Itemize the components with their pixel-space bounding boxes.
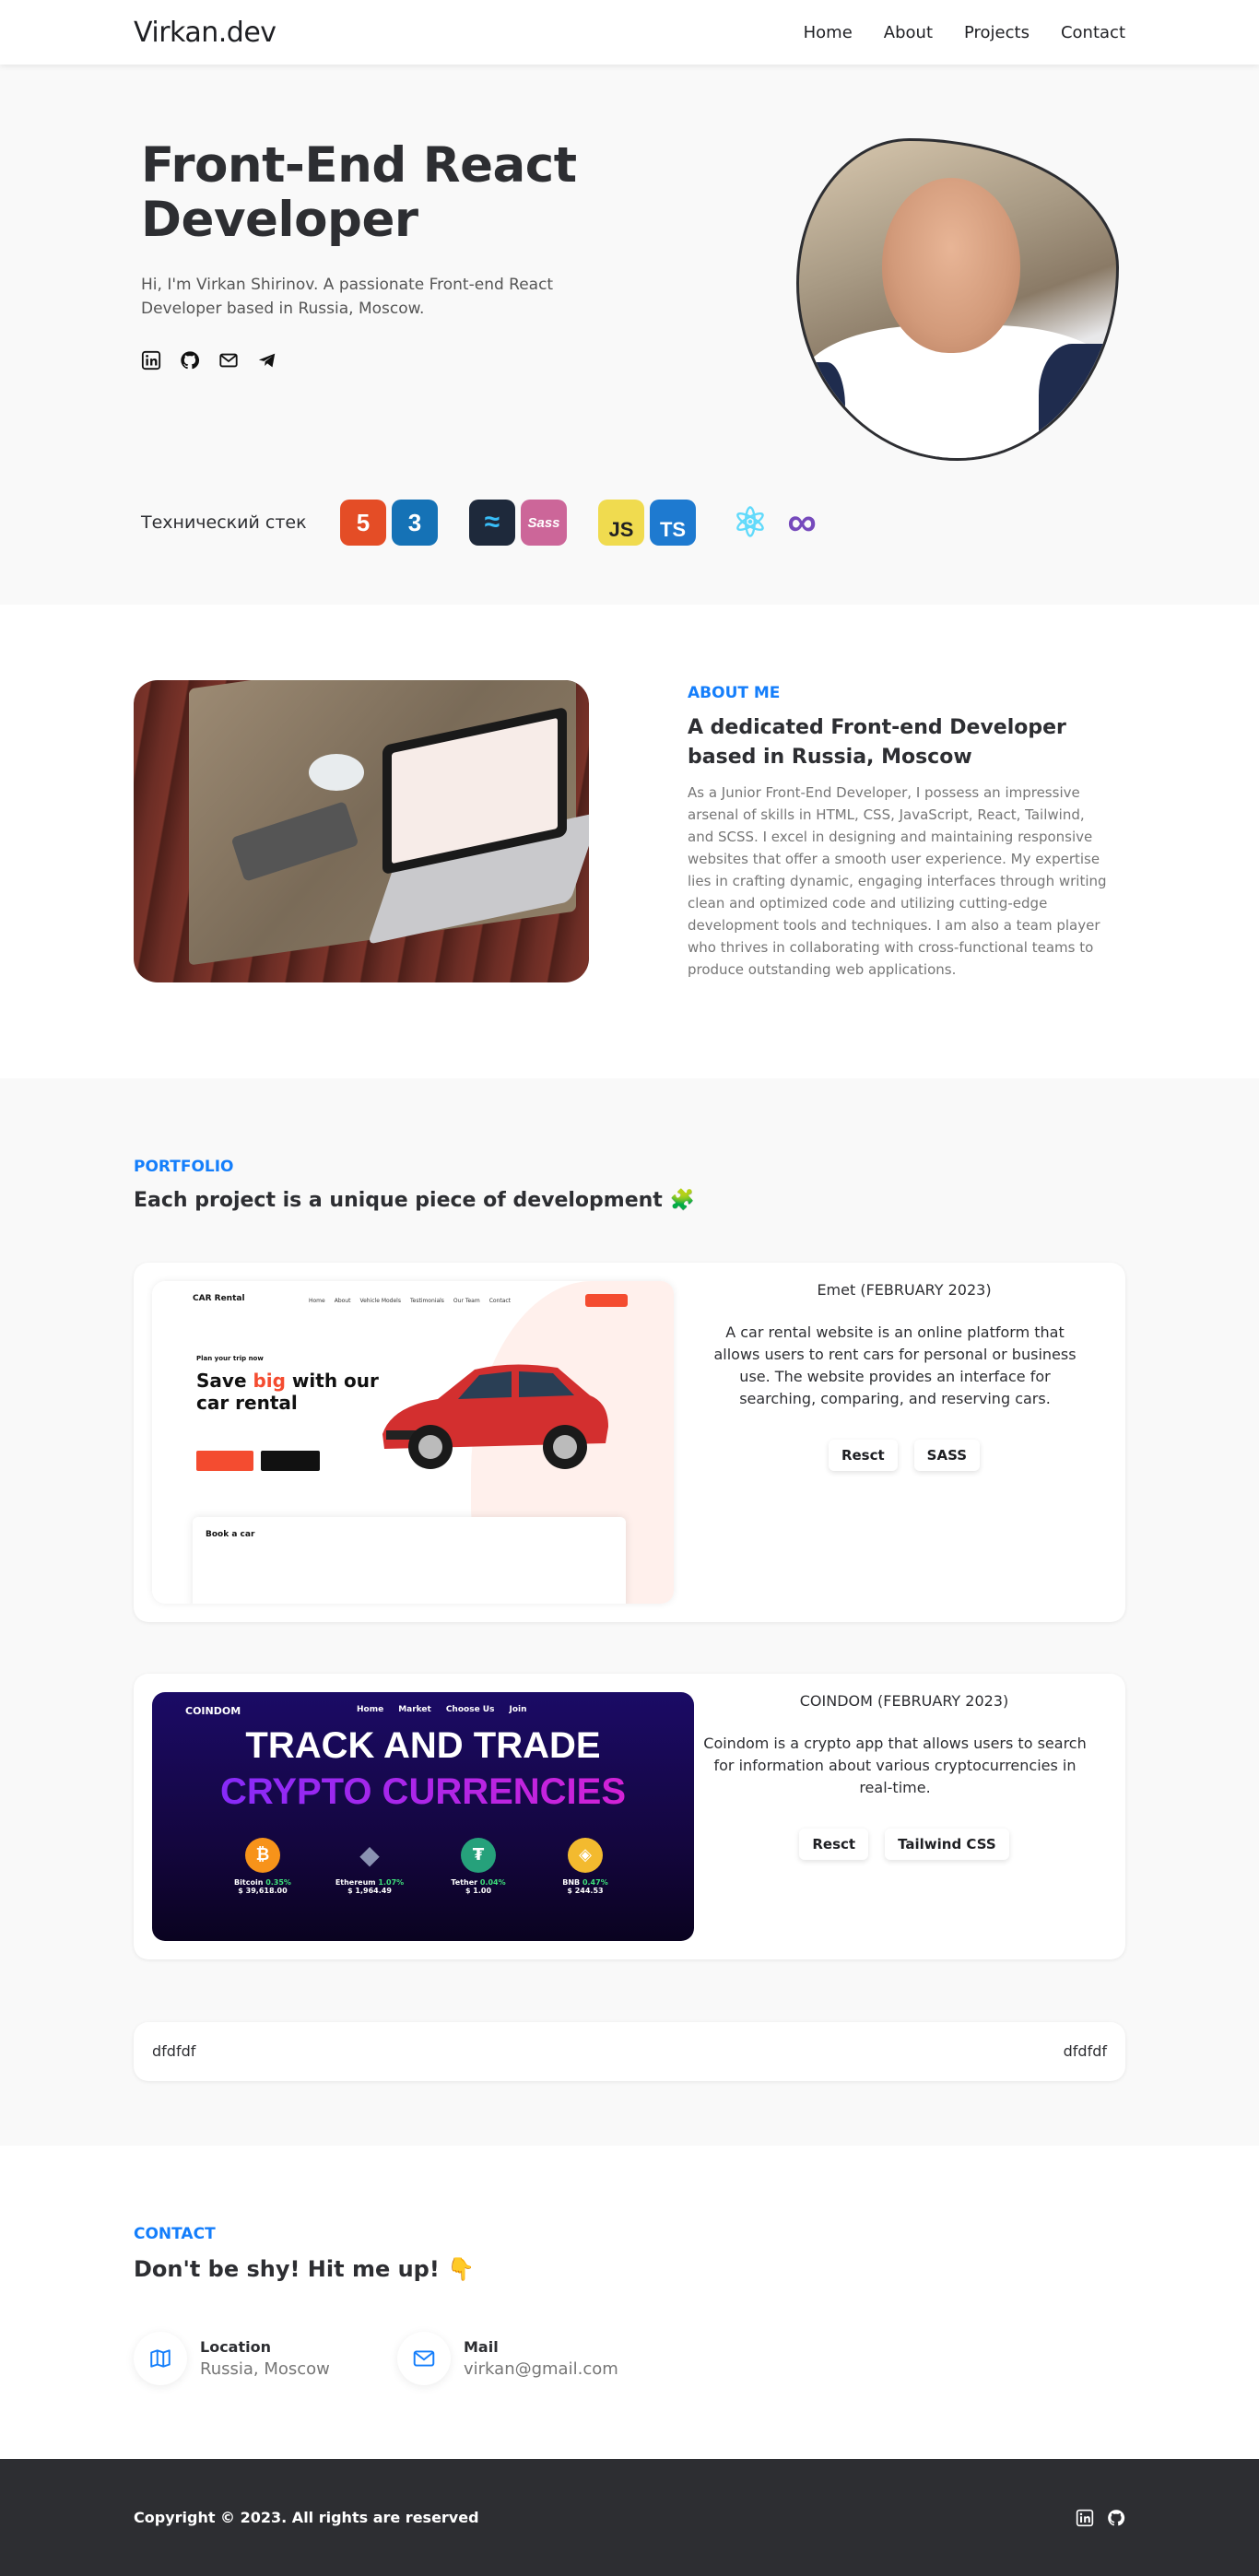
javascript-icon: JS bbox=[598, 500, 644, 546]
react-icon: ⚛ bbox=[732, 500, 769, 546]
nav-contact-link[interactable]: Contact bbox=[1061, 23, 1125, 42]
tag-tailwind: Tailwind CSS bbox=[885, 1829, 1009, 1860]
redux-icon: ∞ bbox=[787, 500, 817, 545]
linkedin-icon[interactable] bbox=[141, 350, 161, 371]
site-logo[interactable]: Virkan.dev bbox=[134, 17, 277, 49]
about-kicker: ABOUT ME bbox=[688, 684, 781, 702]
project-description: Coindom is a crypto app that allows user… bbox=[703, 1735, 1087, 1796]
car-illustration bbox=[382, 1364, 608, 1469]
html5-icon: 5 bbox=[340, 500, 386, 546]
css3-icon: 3 bbox=[392, 500, 438, 546]
project-screenshot-car[interactable]: CAR Rental Home About Vehicle Models Testim… bbox=[152, 1281, 674, 1604]
coin-ethereum: ◆ Ethereum 1.07% $ 1,964.49 bbox=[335, 1840, 405, 1895]
project-tags: Resct Tailwind CSS bbox=[683, 1829, 1125, 1860]
project-screenshot-coindom[interactable]: COINDOM Home Market Choose Us Join TRACK AN… bbox=[152, 1692, 694, 1941]
main-nav: Home About Projects Contact bbox=[804, 23, 1125, 42]
contact-kicker: CONTACT bbox=[134, 2225, 216, 2243]
photo-face bbox=[882, 178, 1020, 353]
about-image bbox=[134, 680, 589, 982]
project-title: COINDOM (FEBRUARY 2023) bbox=[799, 1692, 1009, 1710]
coin-tether: ₮ Tether 0.04% $ 1.00 bbox=[441, 1838, 515, 1895]
coin-bnb: ◈ BNB 0.47% $ 244.53 bbox=[548, 1838, 622, 1895]
site-footer: Copyright © 2023. All rights are reserve… bbox=[0, 2459, 1259, 2576]
hero-section: Front-End React Developer Hi, I'm Virkan… bbox=[0, 65, 1259, 605]
contact-email-link[interactable]: virkan@gmail.com bbox=[464, 2359, 618, 2379]
about-heading: A dedicated Front-end Developer based in… bbox=[688, 716, 1066, 769]
nav-about-link[interactable]: About bbox=[884, 23, 933, 42]
portfolio-heading: Each project is a unique piece of develo… bbox=[134, 1189, 695, 1212]
map-icon bbox=[134, 2332, 187, 2385]
profile-photo bbox=[796, 138, 1119, 461]
project-card-placeholder: dfdfdf dfdfdf bbox=[134, 2022, 1125, 2081]
tailwind-icon: ≈ bbox=[469, 500, 515, 546]
project-title: Emet (FEBRUARY 2023) bbox=[817, 1281, 992, 1299]
contact-section: CONTACT Don't be shy! Hit me up! 👇 Locat… bbox=[0, 2146, 1259, 2459]
sass-icon: Sass bbox=[521, 500, 567, 546]
contact-heading: Don't be shy! Hit me up! 👇 bbox=[134, 2256, 476, 2282]
tag-react: Resct bbox=[799, 1829, 869, 1860]
hero-title: Front-End React Developer bbox=[141, 137, 577, 248]
shot-brand: CAR Rental bbox=[193, 1294, 245, 1303]
coindom-subheadline: CRYPTO CURRENCIES bbox=[152, 1771, 694, 1813]
about-text: As a Junior Front-End Developer, I posse… bbox=[688, 784, 1107, 978]
linkedin-icon[interactable] bbox=[1076, 2509, 1094, 2531]
project-description: A car rental website is an online platfo… bbox=[713, 1323, 1077, 1407]
shot-links: Home About Vehicle Models Testimonials Our T… bbox=[309, 1298, 512, 1304]
project-card-coindom: COINDOM Home Market Choose Us Join TRACK AN… bbox=[134, 1674, 1125, 1959]
shot-heading: Save big with our car rental bbox=[196, 1370, 379, 1414]
tech-stack: 5 3 ≈ Sass JS TS ⚛ ∞ bbox=[340, 500, 830, 546]
about-section: ABOUT ME A dedicated Front-end Developer… bbox=[0, 605, 1259, 1078]
mail-icon bbox=[397, 2332, 451, 2385]
copyright-text: Copyright © 2023. All rights are reserve… bbox=[134, 2509, 479, 2526]
tag-react: Resct bbox=[828, 1440, 898, 1471]
project-card-emet: CAR Rental Home About Vehicle Models Testim… bbox=[134, 1263, 1125, 1622]
mail-icon[interactable] bbox=[218, 350, 239, 371]
tag-sass: SASS bbox=[913, 1440, 981, 1471]
tech-stack-label: Технический стек bbox=[141, 512, 307, 533]
project-tags: Resct SASS bbox=[683, 1440, 1125, 1471]
placeholder-right-text: dfdfdf bbox=[1063, 2042, 1107, 2060]
nav-projects-link[interactable]: Projects bbox=[964, 23, 1030, 42]
footer-social bbox=[1076, 2509, 1125, 2531]
contact-mail: Mail virkan@gmail.com bbox=[397, 2332, 618, 2385]
contact-location: Location Russia, Moscow bbox=[134, 2332, 330, 2385]
site-header: Virkan.dev Home About Projects Contact bbox=[0, 0, 1259, 65]
coin-bitcoin: ₿ Bitcoin 0.35% $ 39,618.00 bbox=[226, 1838, 300, 1895]
portfolio-section: PORTFOLIO Each project is a unique piece… bbox=[0, 1078, 1259, 2146]
telegram-icon[interactable] bbox=[257, 350, 277, 371]
portfolio-kicker: PORTFOLIO bbox=[134, 1158, 234, 1176]
coindom-headline: TRACK AND TRADE bbox=[245, 1725, 601, 1766]
hero-subtitle: Hi, I'm Virkan Shirinov. A passionate Fr… bbox=[141, 276, 554, 318]
social-links bbox=[141, 350, 277, 371]
book-a-car-panel: Book a car bbox=[193, 1517, 626, 1604]
typescript-icon: TS bbox=[650, 500, 696, 546]
github-icon[interactable] bbox=[1107, 2509, 1125, 2531]
placeholder-left-text: dfdfdf bbox=[152, 2042, 196, 2060]
github-icon[interactable] bbox=[180, 350, 200, 371]
nav-home-link[interactable]: Home bbox=[804, 23, 853, 42]
